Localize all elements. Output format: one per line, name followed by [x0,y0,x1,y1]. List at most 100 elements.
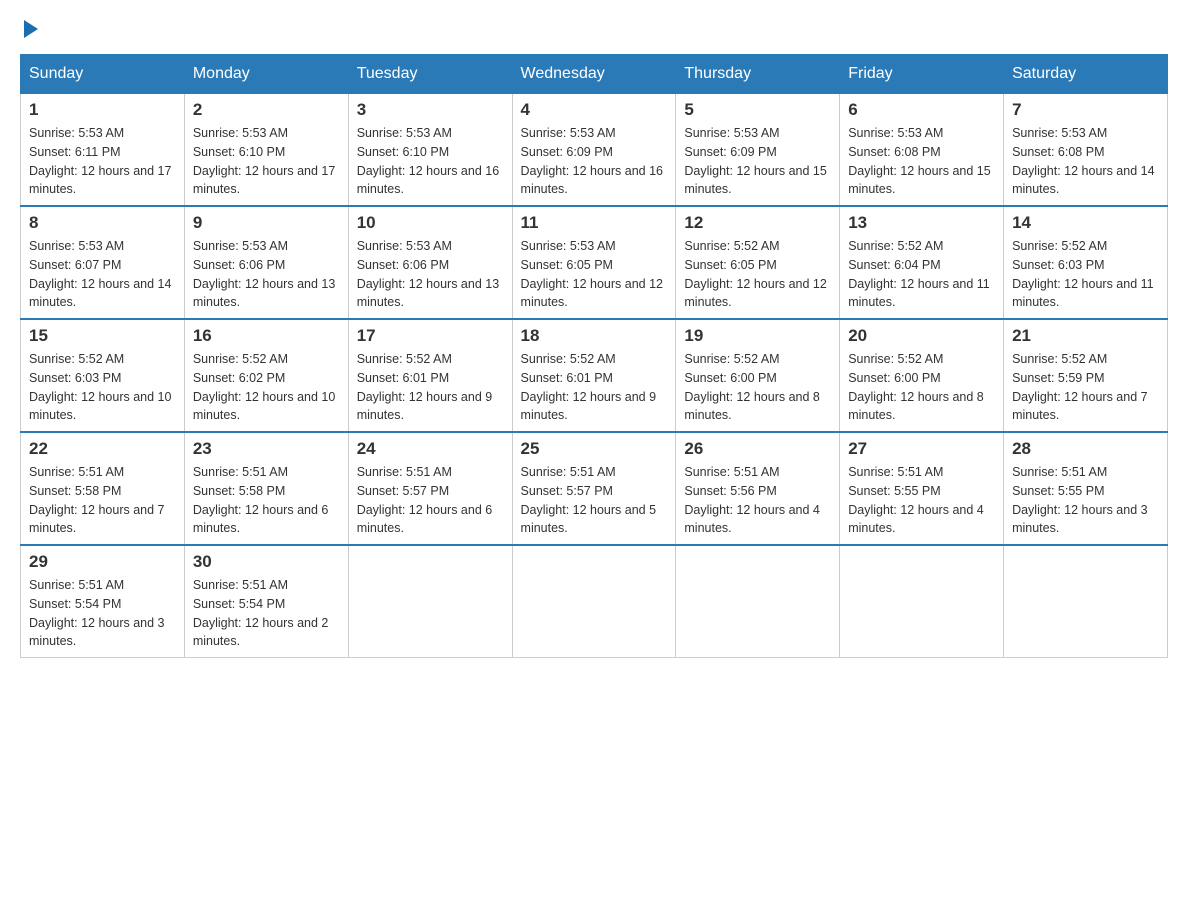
table-row: 20 Sunrise: 5:52 AMSunset: 6:00 PMDayligh… [840,319,1004,432]
day-number: 1 [29,100,176,120]
day-number: 11 [521,213,668,233]
table-row: 17 Sunrise: 5:52 AMSunset: 6:01 PMDayligh… [348,319,512,432]
table-row [512,545,676,658]
day-number: 10 [357,213,504,233]
col-wednesday: Wednesday [512,55,676,94]
table-row: 14Sunrise: 5:52 AMSunset: 6:03 PMDayligh… [1004,206,1168,319]
day-info: Sunrise: 5:53 AMSunset: 6:10 PMDaylight:… [193,124,340,199]
day-info: Sunrise: 5:52 AMSunset: 6:01 PMDaylight:… [357,350,504,425]
day-number: 17 [357,326,504,346]
day-number: 16 [193,326,340,346]
day-info: Sunrise: 5:51 AMSunset: 5:55 PMDaylight:… [1012,463,1159,538]
logo [20,20,40,34]
table-row: 10 Sunrise: 5:53 AMSunset: 6:06 PMDayligh… [348,206,512,319]
day-number: 2 [193,100,340,120]
day-number: 29 [29,552,176,572]
day-info: Sunrise: 5:53 AMSunset: 6:06 PMDaylight:… [357,237,504,312]
day-info: Sunrise: 5:51 AMSunset: 5:57 PMDaylight:… [357,463,504,538]
day-info: Sunrise: 5:51 AMSunset: 5:58 PMDaylight:… [193,463,340,538]
table-row: 16 Sunrise: 5:52 AMSunset: 6:02 PMDayligh… [184,319,348,432]
calendar-table: Sunday Monday Tuesday Wednesday Thursday… [20,54,1168,658]
calendar-week-row: 8 Sunrise: 5:53 AMSunset: 6:07 PMDaylight… [21,206,1168,319]
calendar-header-row: Sunday Monday Tuesday Wednesday Thursday… [21,55,1168,94]
day-number: 18 [521,326,668,346]
page-header [20,20,1168,34]
col-friday: Friday [840,55,1004,94]
day-info: Sunrise: 5:53 AMSunset: 6:07 PMDaylight:… [29,237,176,312]
table-row: 3 Sunrise: 5:53 AMSunset: 6:10 PMDaylight… [348,94,512,207]
day-info: Sunrise: 5:53 AMSunset: 6:10 PMDaylight:… [357,124,504,199]
day-info: Sunrise: 5:51 AMSunset: 5:56 PMDaylight:… [684,463,831,538]
table-row: 28 Sunrise: 5:51 AMSunset: 5:55 PMDayligh… [1004,432,1168,545]
day-number: 4 [521,100,668,120]
table-row: 4 Sunrise: 5:53 AMSunset: 6:09 PMDaylight… [512,94,676,207]
day-info: Sunrise: 5:53 AMSunset: 6:09 PMDaylight:… [521,124,668,199]
logo-text [20,20,40,38]
day-info: Sunrise: 5:52 AMSunset: 6:00 PMDaylight:… [848,350,995,425]
day-number: 23 [193,439,340,459]
table-row: 26 Sunrise: 5:51 AMSunset: 5:56 PMDayligh… [676,432,840,545]
table-row: 23 Sunrise: 5:51 AMSunset: 5:58 PMDayligh… [184,432,348,545]
table-row [676,545,840,658]
table-row: 15Sunrise: 5:52 AMSunset: 6:03 PMDayligh… [21,319,185,432]
day-info: Sunrise: 5:52 AMSunset: 6:03 PMDaylight:… [29,350,176,425]
col-thursday: Thursday [676,55,840,94]
calendar-week-row: 29 Sunrise: 5:51 AMSunset: 5:54 PMDayligh… [21,545,1168,658]
day-info: Sunrise: 5:51 AMSunset: 5:55 PMDaylight:… [848,463,995,538]
day-number: 12 [684,213,831,233]
day-number: 7 [1012,100,1159,120]
day-info: Sunrise: 5:52 AMSunset: 6:05 PMDaylight:… [684,237,831,312]
day-info: Sunrise: 5:52 AMSunset: 6:02 PMDaylight:… [193,350,340,425]
table-row: 25 Sunrise: 5:51 AMSunset: 5:57 PMDayligh… [512,432,676,545]
day-info: Sunrise: 5:51 AMSunset: 5:57 PMDaylight:… [521,463,668,538]
calendar-week-row: 1 Sunrise: 5:53 AMSunset: 6:11 PMDaylight… [21,94,1168,207]
table-row: 24 Sunrise: 5:51 AMSunset: 5:57 PMDayligh… [348,432,512,545]
day-number: 24 [357,439,504,459]
table-row: 12 Sunrise: 5:52 AMSunset: 6:05 PMDayligh… [676,206,840,319]
day-info: Sunrise: 5:53 AMSunset: 6:08 PMDaylight:… [848,124,995,199]
day-info: Sunrise: 5:51 AMSunset: 5:58 PMDaylight:… [29,463,176,538]
day-number: 13 [848,213,995,233]
day-info: Sunrise: 5:52 AMSunset: 6:03 PMDaylight:… [1012,237,1159,312]
day-number: 21 [1012,326,1159,346]
day-number: 20 [848,326,995,346]
table-row: 7 Sunrise: 5:53 AMSunset: 6:08 PMDaylight… [1004,94,1168,207]
day-info: Sunrise: 5:52 AMSunset: 6:01 PMDaylight:… [521,350,668,425]
table-row: 27 Sunrise: 5:51 AMSunset: 5:55 PMDayligh… [840,432,1004,545]
day-info: Sunrise: 5:51 AMSunset: 5:54 PMDaylight:… [193,576,340,651]
table-row: 6Sunrise: 5:53 AMSunset: 6:08 PMDaylight… [840,94,1004,207]
day-number: 9 [193,213,340,233]
day-info: Sunrise: 5:53 AMSunset: 6:06 PMDaylight:… [193,237,340,312]
logo-triangle [24,20,38,38]
day-info: Sunrise: 5:51 AMSunset: 5:54 PMDaylight:… [29,576,176,651]
table-row: 30Sunrise: 5:51 AMSunset: 5:54 PMDayligh… [184,545,348,658]
table-row: 22Sunrise: 5:51 AMSunset: 5:58 PMDayligh… [21,432,185,545]
day-number: 19 [684,326,831,346]
col-monday: Monday [184,55,348,94]
calendar-week-row: 22Sunrise: 5:51 AMSunset: 5:58 PMDayligh… [21,432,1168,545]
day-number: 8 [29,213,176,233]
table-row: 9 Sunrise: 5:53 AMSunset: 6:06 PMDaylight… [184,206,348,319]
day-number: 3 [357,100,504,120]
day-info: Sunrise: 5:53 AMSunset: 6:08 PMDaylight:… [1012,124,1159,199]
day-info: Sunrise: 5:52 AMSunset: 6:04 PMDaylight:… [848,237,995,312]
day-number: 5 [684,100,831,120]
day-info: Sunrise: 5:53 AMSunset: 6:09 PMDaylight:… [684,124,831,199]
table-row: 29 Sunrise: 5:51 AMSunset: 5:54 PMDayligh… [21,545,185,658]
table-row [1004,545,1168,658]
col-saturday: Saturday [1004,55,1168,94]
col-tuesday: Tuesday [348,55,512,94]
table-row: 1 Sunrise: 5:53 AMSunset: 6:11 PMDaylight… [21,94,185,207]
table-row: 19 Sunrise: 5:52 AMSunset: 6:00 PMDayligh… [676,319,840,432]
day-number: 28 [1012,439,1159,459]
day-number: 26 [684,439,831,459]
day-info: Sunrise: 5:52 AMSunset: 6:00 PMDaylight:… [684,350,831,425]
table-row: 18 Sunrise: 5:52 AMSunset: 6:01 PMDayligh… [512,319,676,432]
table-row: 8 Sunrise: 5:53 AMSunset: 6:07 PMDaylight… [21,206,185,319]
day-number: 25 [521,439,668,459]
day-info: Sunrise: 5:53 AMSunset: 6:05 PMDaylight:… [521,237,668,312]
day-info: Sunrise: 5:53 AMSunset: 6:11 PMDaylight:… [29,124,176,199]
table-row [348,545,512,658]
table-row: 21Sunrise: 5:52 AMSunset: 5:59 PMDayligh… [1004,319,1168,432]
day-number: 27 [848,439,995,459]
